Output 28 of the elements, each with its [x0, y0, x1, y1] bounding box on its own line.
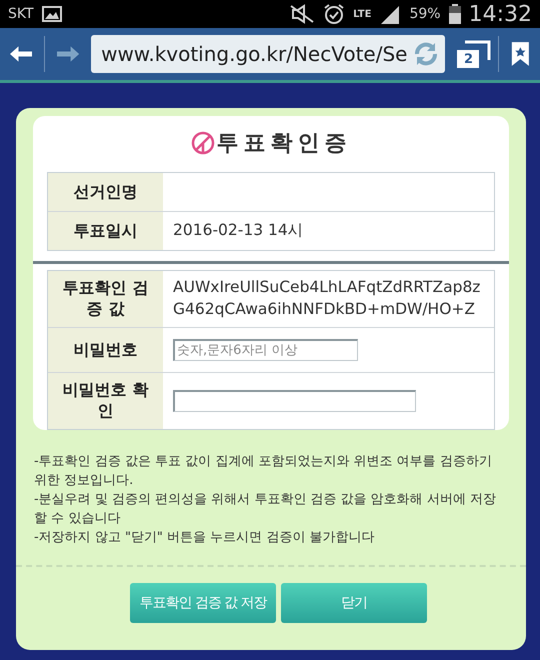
back-icon[interactable] [10, 45, 32, 63]
password-field[interactable] [173, 390, 416, 412]
password-field[interactable]: 숫자,문자6자리 이상 [173, 339, 358, 361]
battery-percent: 59% [409, 6, 441, 22]
note-text: -저장하지 않고 "닫기" 버튼을 누르시면 검증이 불가합니다 [34, 529, 376, 547]
address-bar[interactable]: www.kvoting.go.kr/NecVote/Se [91, 35, 446, 73]
picture-icon [42, 6, 62, 22]
bookmark-icon[interactable] [511, 39, 530, 69]
carrier-name: SKT [8, 6, 34, 22]
row-label: 투표일시 [48, 212, 163, 250]
mute-icon [289, 4, 316, 24]
row-label: 투표확인 검증 값 [48, 271, 163, 327]
refresh-icon[interactable] [413, 41, 440, 67]
row-value: 2016-02-13 14시 [172, 220, 305, 242]
signal-icon [379, 4, 402, 24]
verification-code: AUWxIreUllSuCeb4LhLAFqtZdRRTZap8zG462qCAwa6ihNNFDkBD+mDW/HO+Z [172, 277, 482, 320]
clock-time: 14:32 [468, 2, 532, 26]
dialog-title: 투표확인증 [216, 130, 352, 158]
note-text: -분실우려 및 검증의 편의성을 위해서 투표확인 검증 값을 암호화해 서버에 저장할 수 있습니다 [34, 491, 498, 528]
row-label: 비밀번호 확인 [48, 373, 163, 429]
network-type: LTE [353, 8, 372, 20]
battery-icon [448, 4, 461, 24]
forward-icon[interactable] [56, 45, 80, 63]
alarm-icon [323, 3, 346, 25]
ballot-mark-icon [190, 131, 214, 155]
note-text: -투표확인 검증 값은 투표 값이 집계에 포함되었는지와 위변조 여부를 검증하기 위한 정보입니다. [34, 453, 493, 490]
row-label: 선거인명 [48, 173, 163, 211]
row-label: 비밀번호 [48, 328, 163, 372]
